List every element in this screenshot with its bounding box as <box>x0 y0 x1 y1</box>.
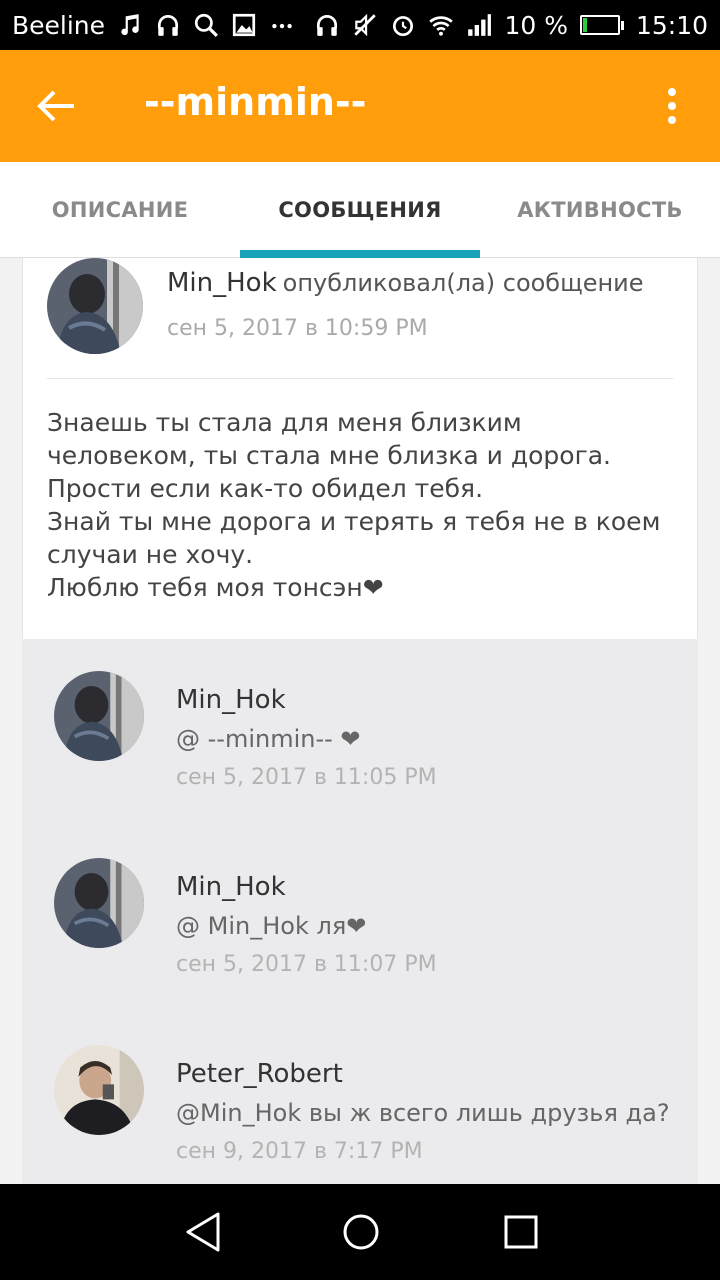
comment-item[interactable]: Min_Hok @ --minmin-- ❤ сен 5, 2017 в 11:… <box>22 639 698 826</box>
post-line: Люблю тебя моя тонсэн❤ <box>47 573 384 602</box>
tab-activity[interactable]: АКТИВНОСТЬ <box>480 162 720 258</box>
battery-percent: 10 % <box>504 10 568 40</box>
app-bar: --minmin-- <box>0 50 720 162</box>
avatar[interactable] <box>54 858 144 948</box>
content-area[interactable]: Min_Hok опубликовал(ла) сообщение сен 5, … <box>22 258 698 1184</box>
page-title: --minmin-- <box>144 80 367 124</box>
comment-author[interactable]: Peter_Robert <box>176 1059 343 1089</box>
comments-list: Min_Hok @ --minmin-- ❤ сен 5, 2017 в 11:… <box>22 639 698 1184</box>
post-timestamp: сен 5, 2017 в 10:59 PM <box>167 316 428 341</box>
post-card: Min_Hok опубликовал(ла) сообщение сен 5, … <box>22 258 698 639</box>
comment-timestamp: сен 5, 2017 в 11:07 PM <box>176 952 437 977</box>
square-recents-icon[interactable] <box>497 1208 545 1256</box>
post-body: Знаешь ты стала для меня близким человек… <box>47 406 673 604</box>
carrier-label: Beeline <box>12 10 106 40</box>
system-nav-bar <box>0 1184 720 1280</box>
post-line: случаи не хочу. <box>47 540 254 569</box>
signal-icon <box>466 12 492 38</box>
tab-description[interactable]: ОПИСАНИЕ <box>0 162 240 258</box>
image-icon <box>231 12 257 38</box>
back-arrow-icon[interactable] <box>36 88 76 124</box>
more-vert-icon[interactable] <box>660 86 684 126</box>
avatar[interactable] <box>47 258 143 354</box>
post-line: Знаешь ты стала для меня близким <box>47 408 522 437</box>
music-icon <box>117 12 143 38</box>
triangle-back-icon[interactable] <box>180 1208 228 1256</box>
more-horiz-icon <box>269 12 295 38</box>
headphones-icon <box>155 12 181 38</box>
comment-author[interactable]: Min_Hok <box>176 685 286 715</box>
divider <box>47 378 673 379</box>
post-action: опубликовал(ла) сообщение <box>282 269 644 297</box>
comment-item[interactable]: Min_Hok @ Min_Hok ля❤ сен 5, 2017 в 11:0… <box>22 826 698 1013</box>
post-line: Знай ты мне дорога и терять я тебя не в … <box>47 507 661 536</box>
comment-text: @Min_Hok вы ж всего лишь друзья да? <box>176 1099 670 1127</box>
mute-icon <box>352 12 378 38</box>
alarm-icon <box>390 12 416 38</box>
post-line: человеком, ты стала мне близка и дорога. <box>47 441 611 470</box>
search-icon <box>193 12 219 38</box>
battery-icon <box>579 15 624 35</box>
tab-indicator <box>240 250 480 258</box>
post-line: Прости если как-то обидел тебя. <box>47 474 484 503</box>
avatar[interactable] <box>54 671 144 761</box>
comment-timestamp: сен 9, 2017 в 7:17 PM <box>176 1139 423 1164</box>
comment-text: @ Min_Hok ля❤ <box>176 912 367 940</box>
comment-author[interactable]: Min_Hok <box>176 872 286 902</box>
tab-bar: ОПИСАНИЕ СООБЩЕНИЯ АКТИВНОСТЬ <box>0 162 720 258</box>
tab-messages[interactable]: СООБЩЕНИЯ <box>240 162 480 258</box>
avatar[interactable] <box>54 1045 144 1135</box>
comment-item[interactable]: Peter_Robert @Min_Hok вы ж всего лишь др… <box>22 1013 698 1184</box>
comment-text: @ --minmin-- ❤ <box>176 725 361 753</box>
wifi-icon <box>428 12 454 38</box>
circle-home-icon[interactable] <box>337 1208 385 1256</box>
post-author[interactable]: Min_Hok <box>167 268 277 298</box>
status-bar: Beeline 10 % 15:10 <box>0 0 720 50</box>
comment-timestamp: сен 5, 2017 в 11:05 PM <box>176 765 437 790</box>
clock: 15:10 <box>635 10 708 40</box>
post-header: Min_Hok опубликовал(ла) сообщение <box>167 268 644 298</box>
headset-icon <box>314 12 340 38</box>
